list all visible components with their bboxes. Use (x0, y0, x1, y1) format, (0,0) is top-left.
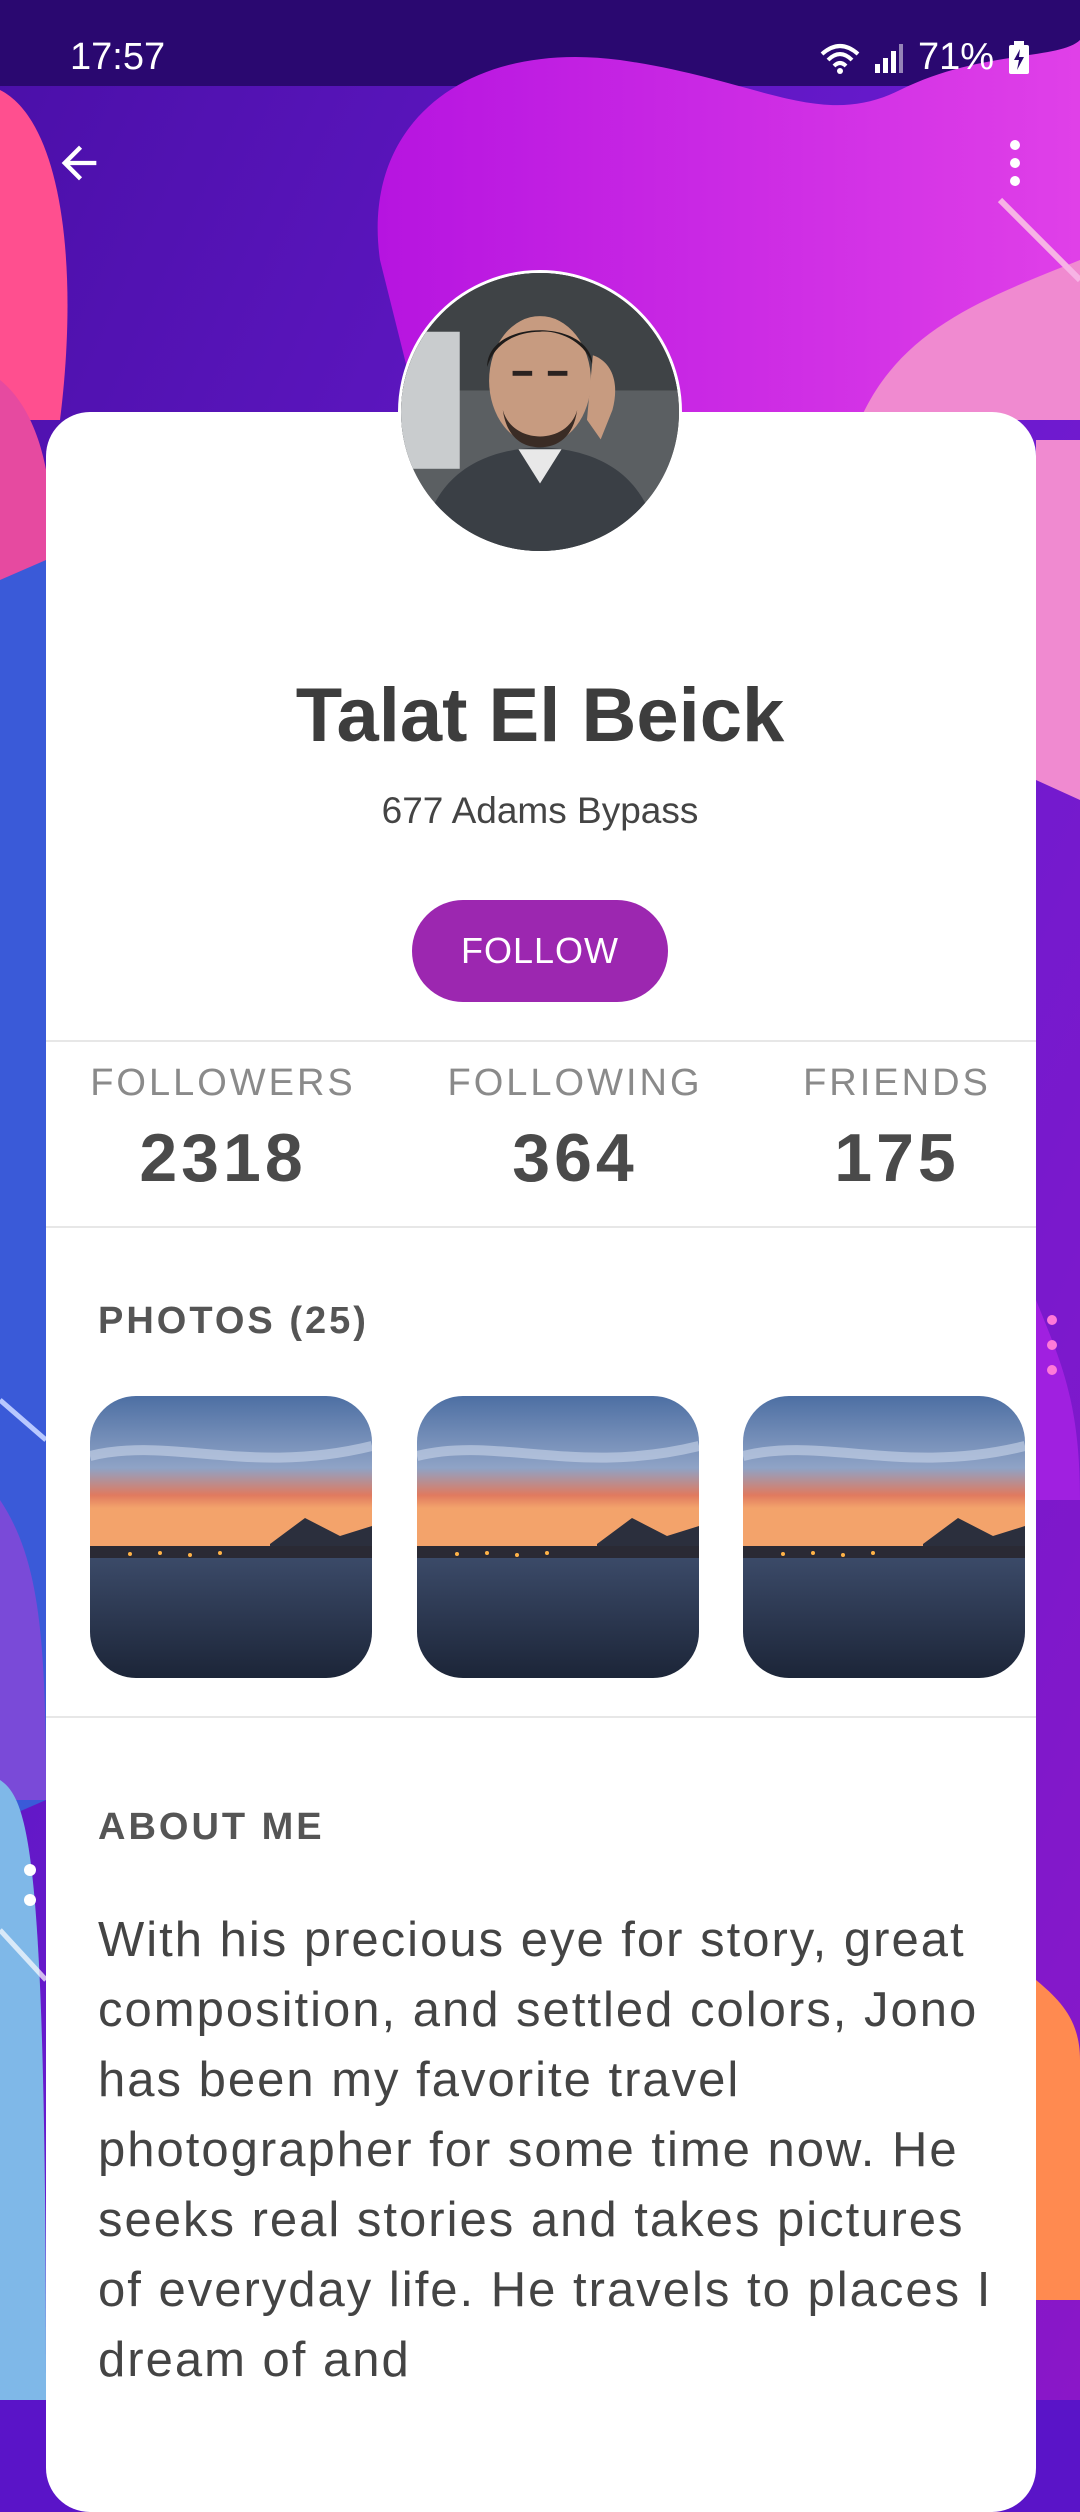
back-button[interactable] (44, 130, 114, 200)
photo-thumbnail[interactable] (417, 1396, 699, 1678)
battery-percent: 71% (917, 36, 994, 78)
stat-following[interactable]: FOLLOWING 364 (440, 1062, 710, 1197)
status-bar: 17:57 71% (0, 0, 1080, 86)
divider (46, 1716, 1036, 1718)
status-icons: 71% (820, 36, 1030, 79)
divider (46, 1226, 1036, 1228)
photos-title: PHOTOS (25) (98, 1300, 369, 1342)
status-time: 17:57 (70, 36, 166, 78)
arrow-back-icon (53, 137, 105, 194)
stat-value: 2318 (139, 1120, 307, 1196)
profile-address: 677 Adams Bypass (381, 790, 699, 831)
stat-value: 364 (512, 1120, 638, 1196)
profile-name: Talat El Beick (295, 673, 785, 758)
avatar (398, 270, 682, 554)
about-title: ABOUT ME (98, 1806, 325, 1848)
stat-label: FRIENDS (803, 1062, 991, 1104)
stat-value: 175 (834, 1120, 960, 1196)
about-text: With his precious eye for story, great c… (98, 1913, 993, 2387)
more-options-button[interactable] (980, 130, 1050, 200)
photo-thumbnail[interactable] (743, 1396, 1025, 1678)
wifi-icon (820, 42, 860, 74)
signal-icon (874, 42, 904, 74)
divider (46, 1040, 1036, 1042)
stat-label: FOLLOWING (447, 1062, 703, 1104)
follow-button[interactable]: FOLLOW (412, 900, 668, 1002)
photo-thumbnail[interactable] (90, 1396, 372, 1678)
battery-icon (1008, 40, 1030, 75)
more-vert-icon (1005, 137, 1025, 194)
stat-label: FOLLOWERS (90, 1062, 356, 1104)
stat-friends[interactable]: FRIENDS 175 (782, 1062, 1012, 1197)
stat-followers[interactable]: FOLLOWERS 2318 (88, 1062, 358, 1197)
